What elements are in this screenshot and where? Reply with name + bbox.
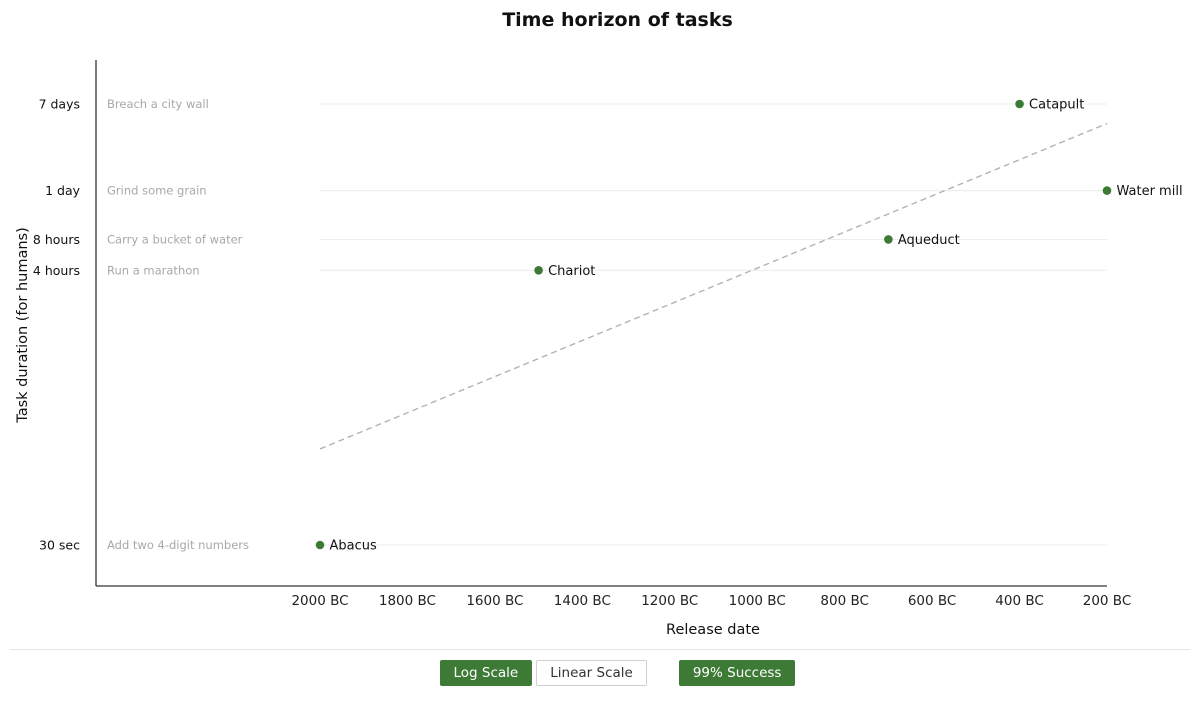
x-tick-label: 600 BC xyxy=(908,593,957,609)
controls-divider xyxy=(10,649,1190,650)
task-label: Breach a city wall xyxy=(107,97,209,111)
point-label: Catapult xyxy=(1029,98,1084,113)
log-scale-button[interactable]: Log Scale xyxy=(439,660,533,686)
task-label: Run a marathon xyxy=(107,263,200,277)
task-label: Add two 4-digit numbers xyxy=(107,538,249,552)
x-tick-label: 1600 BC xyxy=(466,593,523,609)
data-point[interactable] xyxy=(315,540,325,550)
point-label: Chariot xyxy=(548,264,595,279)
data-point[interactable] xyxy=(884,235,893,244)
trend-layer xyxy=(319,122,1108,450)
x-tick-label: 1800 BC xyxy=(379,593,436,609)
grid-layer xyxy=(320,103,1107,546)
scatter-chart: 30 sec Add two 4-digit numbers 4 hours Run … xyxy=(15,60,1183,638)
x-tick-label: 1000 BC xyxy=(729,593,786,609)
chart-container: Time horizon of tasks 30 sec Add two 4-di… xyxy=(0,0,1200,650)
trend-line xyxy=(319,122,1108,450)
y-tick-label: 1 day xyxy=(45,183,81,198)
task-label: Carry a bucket of water xyxy=(107,232,243,246)
point-label: Abacus xyxy=(330,539,377,554)
point-layer: Abacus Chariot Aqueduct Catapult Water mill xyxy=(315,98,1183,554)
y-tick-layer: 30 sec Add two 4-digit numbers 4 hours Run … xyxy=(33,97,249,553)
success-rate-button[interactable]: 99% Success xyxy=(678,660,796,686)
x-tick-label: 1400 BC xyxy=(554,593,611,609)
data-point[interactable] xyxy=(1015,99,1024,109)
task-label: Grind some grain xyxy=(107,184,207,198)
x-tick-label: 400 BC xyxy=(995,593,1044,609)
axis-layer xyxy=(95,60,1107,587)
x-tick-label: 200 BC xyxy=(1083,593,1132,609)
linear-scale-button[interactable]: Linear Scale xyxy=(536,660,647,686)
x-axis-label: Release date xyxy=(666,622,760,638)
point-label: Water mill xyxy=(1117,184,1183,199)
point-label: Aqueduct xyxy=(898,233,960,248)
x-tick-layer: 2000 BC 1800 BC 1600 BC 1400 BC 1200 BC 1000 … xyxy=(291,593,1131,609)
x-tick-label: 800 BC xyxy=(820,593,869,609)
y-tick-label: 4 hours xyxy=(33,263,80,278)
controls-bar: Log Scale Linear Scale 99% Success xyxy=(0,660,1200,686)
data-point[interactable] xyxy=(1102,186,1112,195)
x-tick-label: 2000 BC xyxy=(291,593,348,609)
y-axis-label: Task duration (for humans) xyxy=(15,227,31,424)
y-tick-label: 30 sec xyxy=(39,538,80,553)
y-tick-label: 8 hours xyxy=(33,232,80,247)
y-tick-label: 7 days xyxy=(39,97,80,112)
data-point[interactable] xyxy=(534,266,543,275)
x-tick-label: 1200 BC xyxy=(641,593,698,609)
